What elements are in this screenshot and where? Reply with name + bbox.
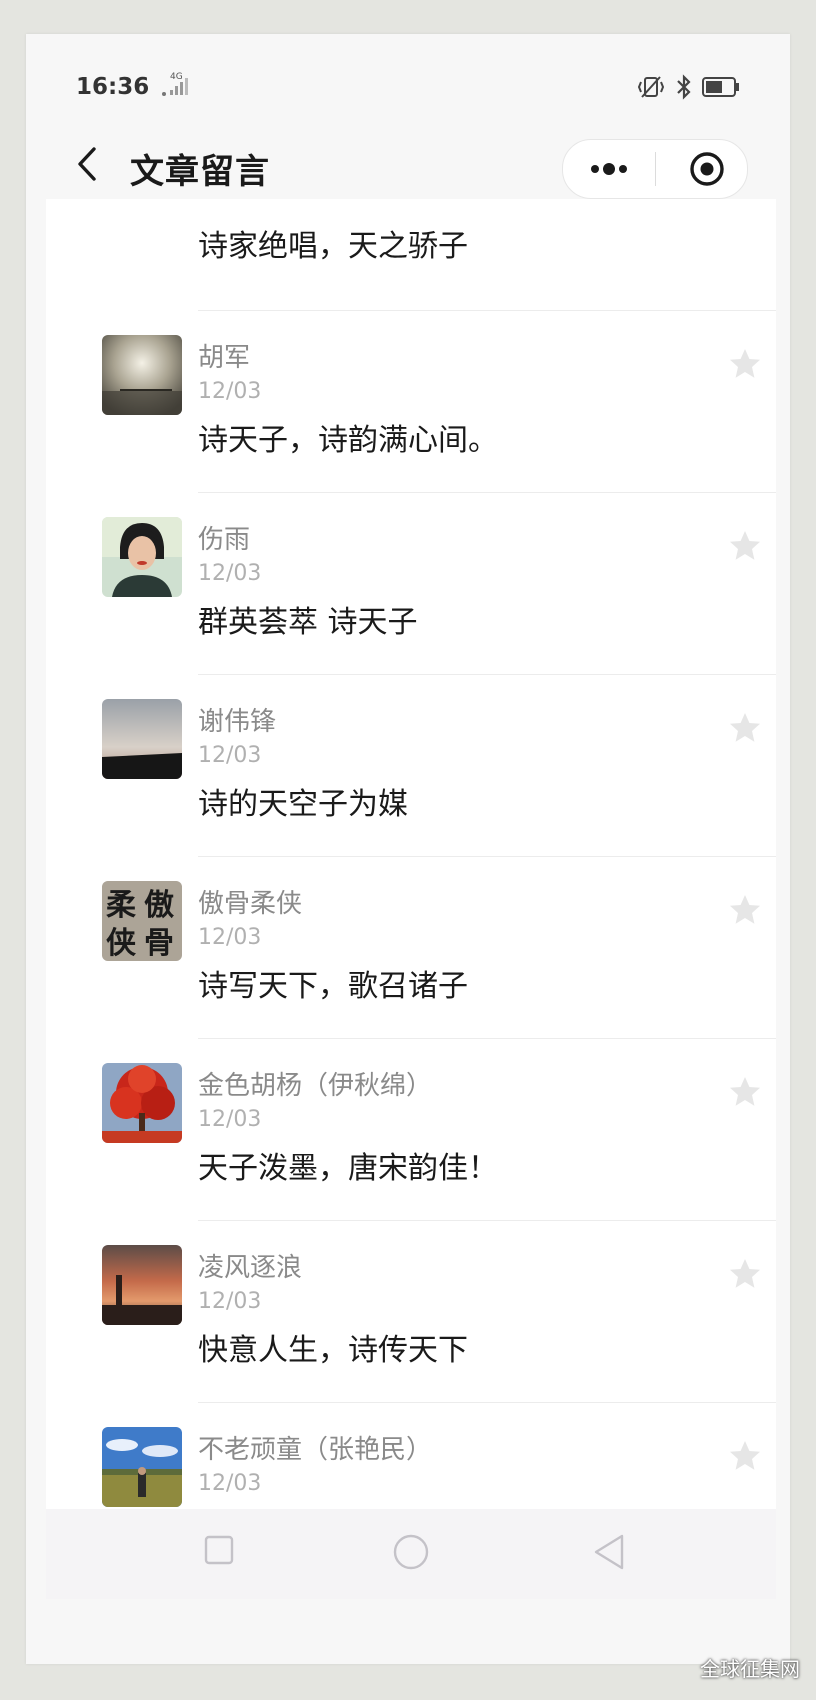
comment-date: 12/03 [198, 379, 262, 404]
star-icon[interactable] [728, 529, 762, 563]
star-icon[interactable] [728, 711, 762, 745]
nav-back-icon[interactable] [592, 1533, 628, 1571]
avatar[interactable] [102, 1063, 182, 1143]
avatar-glyph: 柔 [106, 888, 136, 923]
vibrate-icon [637, 76, 665, 98]
comment-content: 诗写天下，歌召诸子 [198, 969, 468, 1004]
comment-item: 不老顽童（张艳民） 12/03 [46, 1403, 776, 1509]
comment-date: 12/03 [198, 925, 262, 950]
comment-content: 天子泼墨，唐宋韵佳！ [198, 1151, 498, 1186]
capsule-divider [655, 152, 656, 186]
navigation-bar [46, 1509, 776, 1599]
comment-item: 金色胡杨（伊秋绵） 12/03 天子泼墨，唐宋韵佳！ [46, 1039, 776, 1221]
back-icon[interactable] [74, 143, 104, 185]
mini-program-capsule [562, 139, 748, 199]
avatar[interactable] [102, 699, 182, 779]
status-bar: 16:36 4G [26, 64, 790, 114]
comment-date: 12/03 [198, 1289, 262, 1314]
recent-apps-icon[interactable] [204, 1535, 234, 1565]
comment-author: 不老顽童（张艳民） [198, 1435, 433, 1465]
signal-icon: 4G [162, 72, 188, 96]
comment-date: 12/03 [198, 561, 262, 586]
more-icon[interactable] [587, 158, 631, 180]
star-icon[interactable] [728, 1075, 762, 1109]
target-icon[interactable] [689, 151, 725, 187]
avatar[interactable] [102, 517, 182, 597]
star-icon[interactable] [728, 347, 762, 381]
comment-author: 凌风逐浪 [198, 1253, 303, 1283]
battery-icon [702, 77, 739, 97]
comment-date: 12/03 [198, 1471, 262, 1496]
watermark: 全球征集网 [700, 1657, 800, 1681]
title-bar: 文章留言 [26, 129, 790, 199]
avatar-glyph: 骨 [144, 926, 174, 961]
status-time: 16:36 [76, 74, 150, 100]
comment-content: 诗天子，诗韵满心间。 [198, 423, 498, 458]
comment-date: 12/03 [198, 1107, 262, 1132]
phone-screen: 16:36 4G 文章留言 诗家绝唱，天之骄子 胡军 12/03 诗天子，诗韵满… [26, 34, 790, 1664]
status-icons [636, 74, 740, 100]
avatar[interactable] [102, 1245, 182, 1325]
bluetooth-icon [677, 74, 691, 100]
comment-content: 诗的天空子为媒 [198, 787, 408, 822]
comment-date: 12/03 [198, 743, 262, 768]
comment-content: 群英荟萃 诗天子 [198, 605, 418, 640]
comment-author: 金色胡杨（伊秋绵） [198, 1071, 433, 1101]
avatar-glyph: 傲 [144, 888, 174, 923]
avatar-glyph: 侠 [106, 926, 137, 961]
comment-item: 伤雨 12/03 群英荟萃 诗天子 [46, 493, 776, 675]
comment-author: 伤雨 [198, 525, 251, 555]
comment-item: 凌风逐浪 12/03 快意人生，诗传天下 [46, 1221, 776, 1403]
comment-author: 胡军 [198, 343, 251, 373]
comment-content: 快意人生，诗传天下 [198, 1333, 468, 1368]
network-label: 4G [170, 72, 183, 82]
avatar[interactable] [102, 335, 182, 415]
comment-list[interactable]: 诗家绝唱，天之骄子 胡军 12/03 诗天子，诗韵满心间。 伤雨 12/03 群… [46, 199, 776, 1509]
home-icon[interactable] [392, 1533, 430, 1571]
comment-item: 谢伟锋 12/03 诗的天空子为媒 [46, 675, 776, 857]
comment-author: 谢伟锋 [198, 707, 277, 737]
comment-content: 诗家绝唱，天之骄子 [198, 229, 468, 264]
comment-item: 柔 傲 侠 骨 傲骨柔侠 12/03 诗写天下，歌召诸子 [46, 857, 776, 1039]
star-icon[interactable] [728, 1439, 762, 1473]
avatar[interactable] [102, 1427, 182, 1507]
page-title: 文章留言 [130, 152, 270, 192]
star-icon[interactable] [728, 893, 762, 927]
comment-item: 胡军 12/03 诗天子，诗韵满心间。 [46, 311, 776, 493]
comment-author: 傲骨柔侠 [198, 889, 303, 919]
avatar[interactable]: 柔 傲 侠 骨 [102, 881, 182, 961]
star-icon[interactable] [728, 1257, 762, 1291]
